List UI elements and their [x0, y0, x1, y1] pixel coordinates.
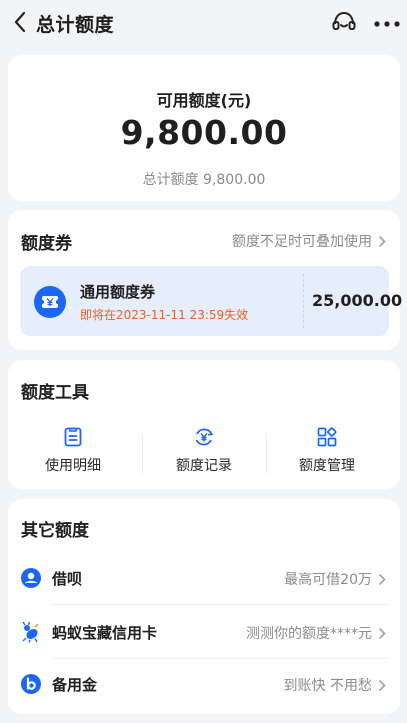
coupon-amount: 25,000.00 — [312, 291, 403, 310]
customer-service-button[interactable] — [331, 10, 357, 34]
chevron-left-icon — [14, 11, 26, 33]
back-button[interactable] — [8, 9, 32, 35]
chevron-right-icon — [378, 573, 386, 585]
chevron-right-icon — [378, 235, 386, 247]
total-quota-text: 总计额度 9,800.00 — [142, 172, 266, 188]
list-item-label: 蚂蚁宝藏信用卡 — [52, 624, 158, 642]
available-amount: 9,800.00 — [120, 113, 288, 152]
list-item-detail: 到账快 不用愁 — [284, 675, 386, 695]
list-item-detail: 最高可借20万 — [284, 569, 386, 589]
top-bar: 总计额度 — [0, 0, 407, 44]
ant-card-icon — [22, 621, 39, 643]
yuan-refresh-icon — [195, 428, 214, 446]
coupon-card: 额度券 额度不足时可叠加使用 通用额度券 即将在2023-11-11 23:59… — [8, 210, 402, 350]
list-item-jiebei[interactable]: 借呗 最高可借20万 — [8, 551, 400, 605]
other-section-title: 其它额度 — [21, 521, 89, 541]
tools-section-title: 额度工具 — [21, 383, 89, 403]
quota-summary-card: 可用额度(元) 9,800.00 总计额度 9,800.00 — [8, 55, 400, 201]
coupon-name: 通用额度券 — [80, 283, 156, 301]
jiebei-icon — [21, 568, 41, 588]
list-item-label: 备用金 — [52, 676, 98, 694]
headset-icon — [332, 11, 356, 30]
chevron-right-icon — [378, 679, 386, 691]
coupon-section-title: 额度券 — [21, 234, 72, 254]
more-icon — [374, 21, 400, 27]
detail-text: 测测你的额度****元 — [246, 626, 372, 642]
available-label: 可用额度(元) — [156, 91, 252, 110]
beiyongjin-icon — [21, 674, 41, 694]
tool-label: 额度管理 — [299, 458, 355, 474]
grid-manage-icon — [317, 427, 337, 447]
list-item-detail: 测测你的额度****元 — [246, 623, 386, 643]
page-title: 总计额度 — [36, 14, 115, 36]
quota-tools-card: 额度工具 使用明细 额度记录 额度管理 — [8, 360, 400, 489]
chevron-right-icon — [378, 627, 386, 639]
other-quotas-card: 其它额度 借呗 最高可借20万 蚂蚁宝藏信用卡 测测你的额度****元 备用金 … — [8, 499, 400, 714]
tool-usage-details[interactable]: 使用明细 — [8, 426, 138, 475]
tool-label: 使用明细 — [45, 458, 101, 474]
document-list-icon — [64, 427, 82, 447]
list-item-label: 借呗 — [52, 570, 83, 588]
coupon-item[interactable]: 通用额度券 即将在2023-11-11 23:59失效 25,000.00 — [20, 266, 402, 336]
coupon-expiry: 即将在2023-11-11 23:59失效 — [80, 308, 249, 322]
more-button[interactable] — [373, 14, 401, 27]
detail-text: 最高可借20万 — [284, 572, 372, 588]
coupon-hint: 额度不足时可叠加使用 — [232, 234, 372, 250]
tool-quota-management[interactable]: 额度管理 — [262, 426, 392, 475]
tool-quota-records[interactable]: 额度记录 — [139, 426, 269, 475]
coupon-hint-link[interactable]: 额度不足时可叠加使用 — [232, 231, 386, 251]
list-item-beiyongjin[interactable]: 备用金 到账快 不用愁 — [8, 657, 400, 711]
coupon-divider — [303, 274, 304, 328]
detail-text: 到账快 不用愁 — [283, 678, 372, 694]
coupon-ticket-icon — [34, 286, 66, 318]
tool-label: 额度记录 — [176, 458, 232, 474]
list-item-ant-credit-card[interactable]: 蚂蚁宝藏信用卡 测测你的额度****元 — [8, 605, 400, 659]
